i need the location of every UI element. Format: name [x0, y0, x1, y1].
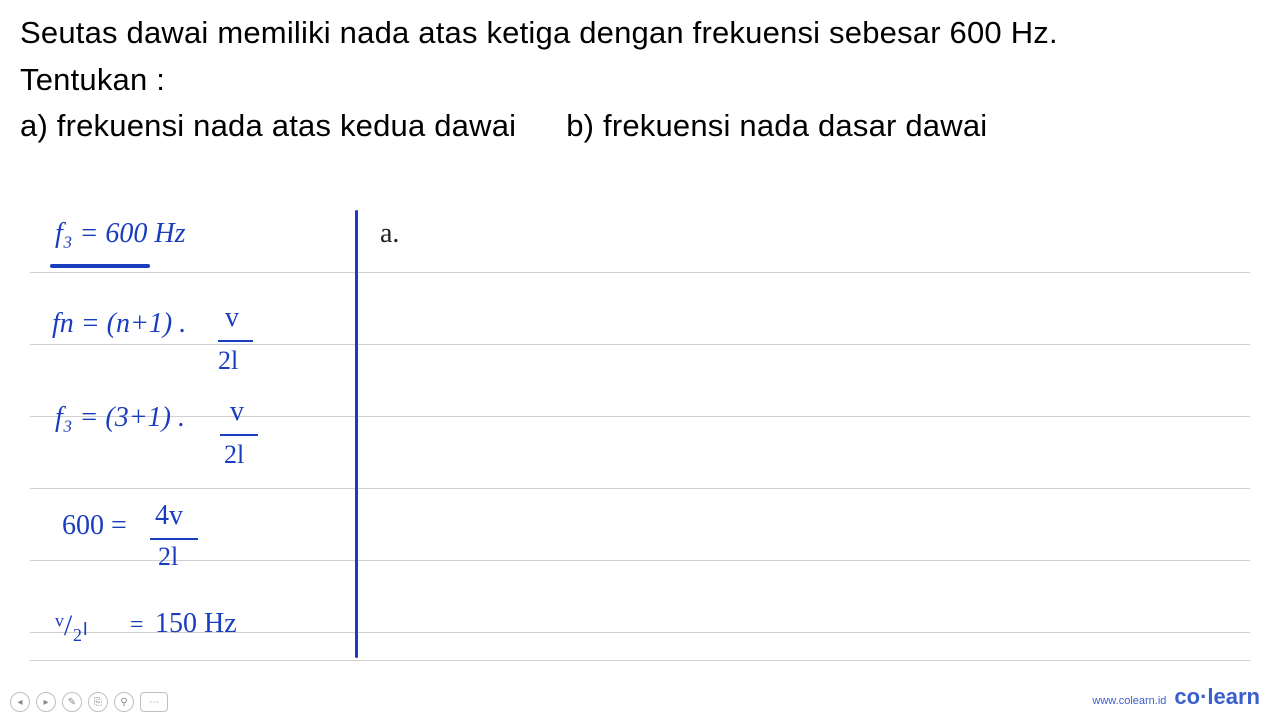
hw-f3-formula: f₃ = (3+1) . [55, 402, 185, 434]
hw-600-fracline [150, 538, 198, 540]
hw-f3-den: 2l [224, 440, 244, 470]
ruled-line [30, 344, 1250, 345]
question-line-1: Seutas dawai memiliki nada atas ketiga d… [20, 10, 1260, 57]
hw-600-num: 4v [155, 500, 183, 532]
hw-fn-num: v [225, 302, 239, 334]
ruled-line [30, 488, 1250, 489]
more-button[interactable]: ⋯ [140, 692, 168, 712]
brand-area: www.colearn.id co·learn [1092, 684, 1260, 710]
hw-fn-formula: fn = (n+1) . [52, 308, 186, 340]
hw-fn-den: 2l [218, 346, 238, 376]
edit-button[interactable]: ✎ [62, 692, 82, 712]
ruled-line [30, 560, 1250, 561]
copy-button[interactable]: ⎘ [88, 692, 108, 712]
hw-600: 600 = [62, 510, 127, 542]
hw-underline [50, 264, 150, 268]
question-part-a: a) frekuensi nada atas kedua dawai [20, 103, 516, 150]
hw-f3-num: v [230, 396, 244, 428]
hw-result-eq: = [130, 612, 144, 639]
hw-section-a: a. [380, 218, 399, 250]
next-button[interactable]: ▸ [36, 692, 56, 712]
hw-600-den: 2l [158, 542, 178, 572]
prev-button[interactable]: ◂ [10, 692, 30, 712]
ruled-line [30, 272, 1250, 273]
zoom-button[interactable]: ⚲ [114, 692, 134, 712]
hw-given: f₃ = 600 Hz [55, 218, 186, 250]
brand-url: www.colearn.id [1092, 695, 1166, 707]
brand-logo: co·learn [1174, 684, 1260, 710]
hw-divider [355, 210, 358, 658]
question-line-2: Tentukan : [20, 57, 1260, 104]
ruled-line [30, 660, 1250, 661]
hw-result-val: 150 Hz [155, 608, 237, 640]
question-part-b: b) frekuensi nada dasar dawai [566, 103, 987, 150]
ruled-line [30, 416, 1250, 417]
work-area: f₃ = 600 Hz a. fn = (n+1) . v 2l f₃ = (3… [0, 200, 1280, 660]
hw-f3-fracline [220, 434, 258, 436]
hw-fn-fracline [218, 340, 253, 342]
hw-result-lhs: ᵛ/₂ₗ [55, 608, 88, 643]
player-controls: ◂ ▸ ✎ ⎘ ⚲ ⋯ [10, 692, 168, 712]
